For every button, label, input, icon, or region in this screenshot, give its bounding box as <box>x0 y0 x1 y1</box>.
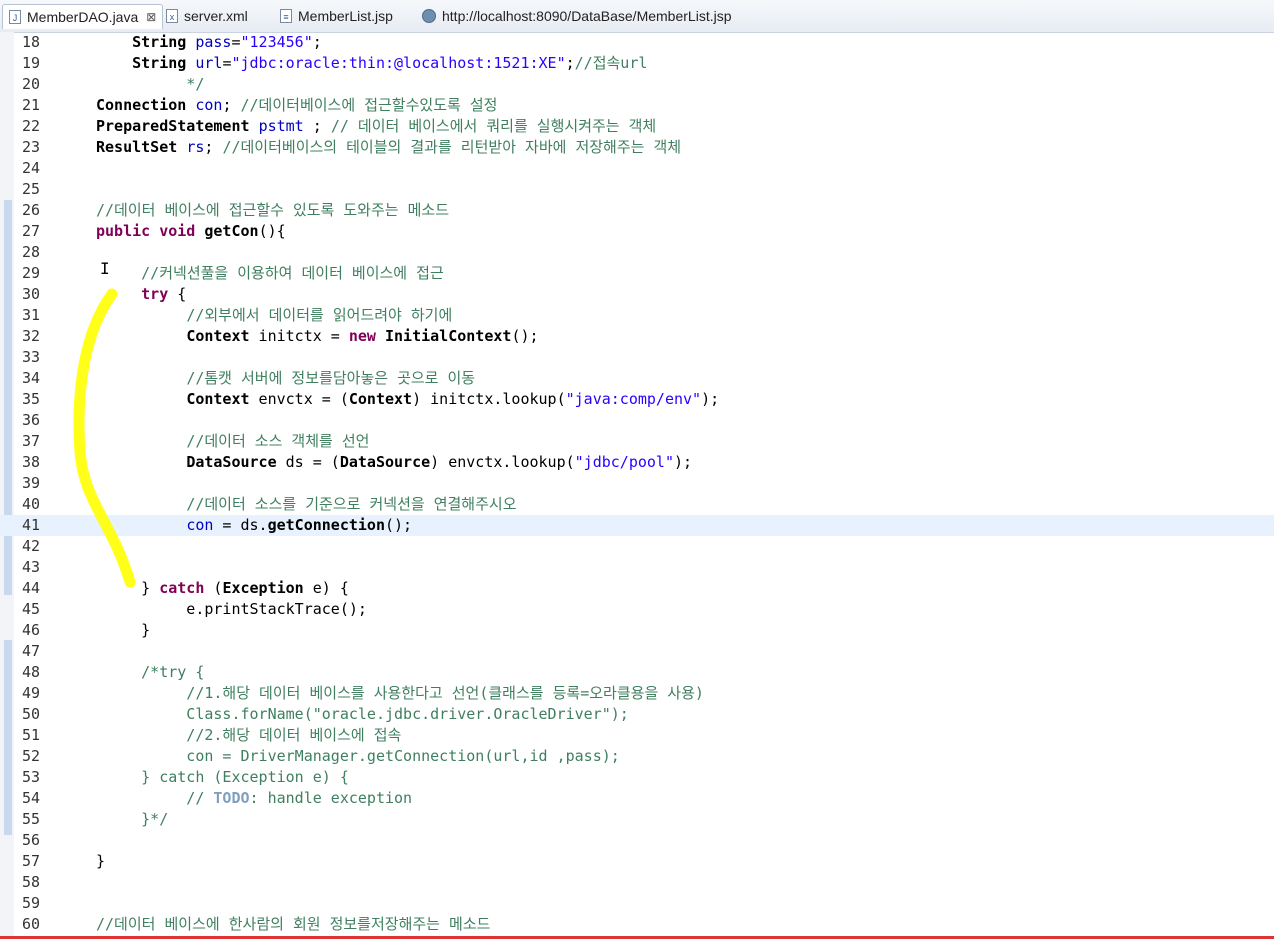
globe-icon <box>422 9 436 23</box>
code-line: 42 <box>22 537 41 555</box>
code-line: 56 <box>22 831 41 849</box>
code-line: 52 con = DriverManager.getConnection(url… <box>22 747 620 765</box>
xml-file-icon: x <box>166 9 178 23</box>
code-line: 23 ResultSet rs; //데이터베이스의 테이블의 결과를 리턴받아 … <box>22 138 682 156</box>
code-line: 60//데이터 베이스에 한사람의 회원 정보를저장해주는 메소드 <box>22 915 491 933</box>
code-line: 59 <box>22 894 41 912</box>
current-code-line: 41 con = ds.getConnection(); <box>0 515 1274 536</box>
code-line: 35 Context envctx = (Context) initctx.lo… <box>22 390 720 408</box>
tab-label: MemberDAO.java <box>27 9 139 25</box>
code-line: 32 Context initctx = new InitialContext(… <box>22 327 539 345</box>
code-line: 46 } <box>22 621 151 639</box>
code-line: 33 <box>22 348 41 366</box>
code-line: 22 PreparedStatement pstmt ; // 데이터 베이스에서… <box>22 117 657 135</box>
code-line: 21 Connection con; //데이터베이스에 접근할수있도록 설정 <box>22 96 498 114</box>
code-line: 45 e.printStackTrace(); <box>22 600 367 618</box>
code-line: 48 /*try { <box>22 663 205 681</box>
code-line: 24 <box>22 159 41 177</box>
tab-label: MemberList.jsp <box>298 8 393 24</box>
code-line: 57} <box>22 852 106 870</box>
tab-server-xml[interactable]: x server.xml <box>166 4 248 28</box>
code-line: 20 */ <box>22 75 205 93</box>
tab-label: http://localhost:8090/DataBase/MemberLis… <box>442 8 732 24</box>
code-line: 58 <box>22 873 41 891</box>
tab-label: server.xml <box>184 8 248 24</box>
close-icon[interactable]: ⊠ <box>146 10 156 24</box>
code-line: 50 Class.forName("oracle.jdbc.driver.Ora… <box>22 705 629 723</box>
code-line: 40 //데이터 소스를 기준으로 커넥션을 연결해주시오 <box>22 495 517 513</box>
tab-memberlist-jsp[interactable]: ≡ MemberList.jsp <box>280 4 393 28</box>
code-line: 39 <box>22 474 41 492</box>
code-line: 55 }*/ <box>22 810 169 828</box>
code-line: 30 try { <box>22 285 187 303</box>
code-editor[interactable]: 18 String pass="123456"; 19 String url="… <box>0 32 1274 937</box>
editor-tab-bar: J MemberDAO.java ⊠ x server.xml ≡ Member… <box>0 0 1274 33</box>
java-file-icon: J <box>9 10 21 24</box>
code-line: 18 String pass="123456"; <box>22 33 322 51</box>
code-line: 36 <box>22 411 41 429</box>
text-cursor-icon: I <box>100 259 110 278</box>
code-line: 53 } catch (Exception e) { <box>22 768 349 786</box>
code-line: 47 <box>22 642 41 660</box>
tab-browser-memberlist[interactable]: http://localhost:8090/DataBase/MemberLis… <box>422 4 732 28</box>
code-line: 19 String url="jdbc:oracle:thin:@localho… <box>22 54 648 72</box>
code-line: 51 //2.해당 데이터 베이스에 접속 <box>22 726 402 744</box>
code-line: 49 //1.해당 데이터 베이스를 사용한다고 선언(클래스를 등록=오라클용… <box>22 684 704 702</box>
code-line: 54 // TODO: handle exception <box>22 789 413 807</box>
code-line: 28 <box>22 243 41 261</box>
code-line: 25 <box>22 180 41 198</box>
editor-bottom-border <box>0 936 1274 939</box>
code-line: 31 //외부에서 데이터를 읽어드려야 하기에 <box>22 306 453 324</box>
code-line: 27 public void getCon(){ <box>22 222 286 240</box>
tab-memberdao-java[interactable]: J MemberDAO.java ⊠ <box>2 4 164 29</box>
code-line: 44 } catch (Exception e) { <box>22 579 349 597</box>
code-line: 26//데이터 베이스에 접근할수 있도록 도와주는 메소드 <box>22 201 450 219</box>
code-line: 34 //톰캣 서버에 정보를담아놓은 곳으로 이동 <box>22 369 476 387</box>
code-line: 38 DataSource ds = (DataSource) envctx.l… <box>22 453 693 471</box>
code-line: 29 //커넥션풀을 이용하여 데이터 베이스에 접근 <box>22 264 444 282</box>
code-line: 43 <box>22 558 41 576</box>
jsp-file-icon: ≡ <box>280 9 292 23</box>
code-line: 37 //데이터 소스 객체를 선언 <box>22 432 370 450</box>
